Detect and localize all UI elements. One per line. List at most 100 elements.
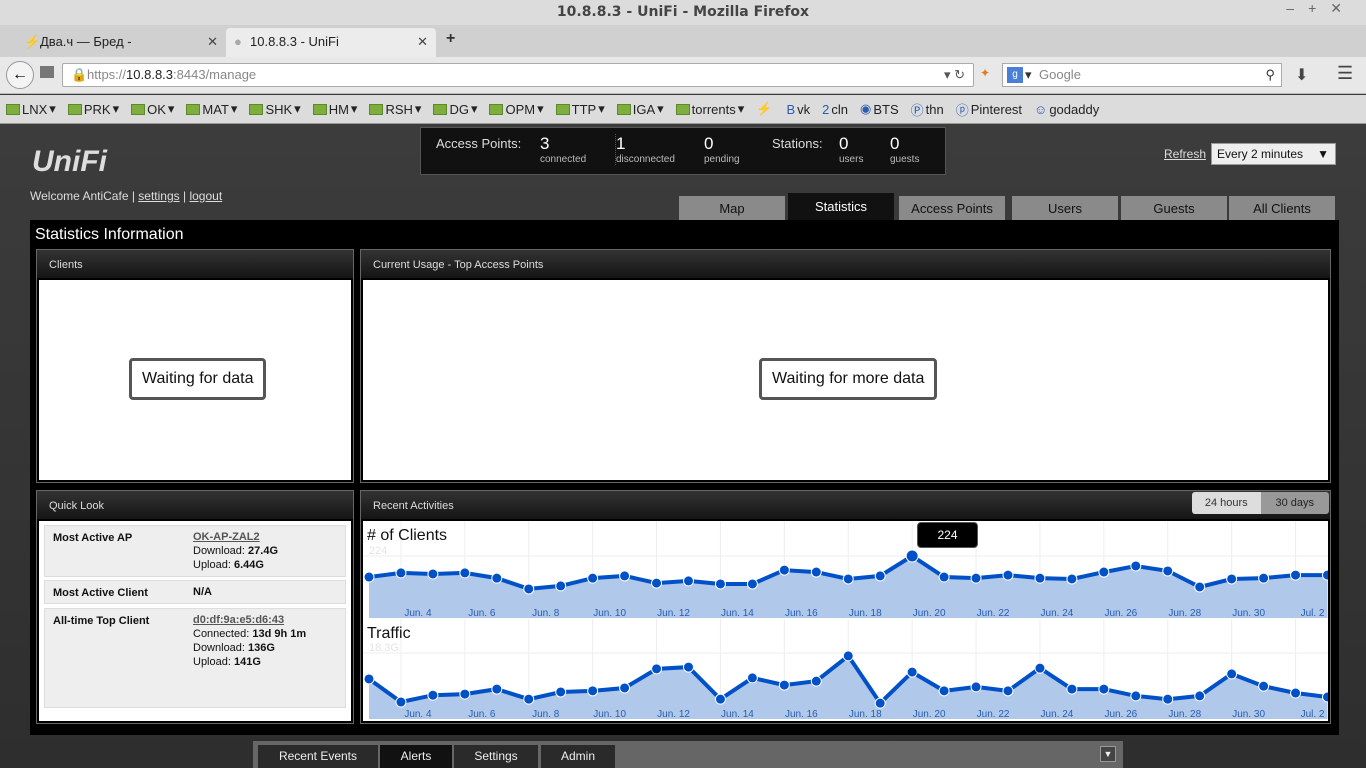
reload-icon[interactable]: ▾ ↻ [944,64,965,86]
client-mac-link[interactable]: d0:df:9a:e5:d6:43 [193,614,284,626]
data-point[interactable] [427,568,439,580]
data-point[interactable] [1130,560,1142,572]
addon-icon[interactable]: ✦ [980,66,990,80]
data-point[interactable] [842,650,854,662]
data-point[interactable] [714,693,726,705]
data-point[interactable] [1290,687,1302,699]
bookmark-OPM[interactable]: OPM ▾ [489,101,544,117]
data-point[interactable] [619,682,631,694]
data-point[interactable] [363,571,375,583]
bookmark-Pinterest[interactable]: ⓟ Pinterest [956,100,1022,119]
data-point[interactable] [1098,683,1110,695]
data-point[interactable] [587,572,599,584]
window-controls[interactable]: –+✕ [1286,0,1356,17]
bookmark-TTP[interactable]: TTP ▾ [555,101,605,117]
new-tab-button[interactable]: + [446,30,455,48]
bookmark-RSH[interactable]: RSH ▾ [369,101,421,117]
google-icon[interactable]: g [1007,67,1023,83]
bookmark-godaddy[interactable]: ☺ godaddy [1034,102,1099,117]
settings-link[interactable]: settings [138,189,179,203]
bookmark-MAT[interactable]: MAT ▾ [186,101,237,117]
data-point[interactable] [905,549,919,563]
data-point[interactable] [395,567,407,579]
data-point[interactable] [1258,572,1270,584]
data-point[interactable] [1194,581,1206,593]
data-point[interactable] [1194,690,1206,702]
data-point[interactable] [1034,662,1046,674]
bookmark-vk[interactable]: Bvk [786,102,810,117]
tab-groups-icon[interactable] [40,66,54,78]
data-point[interactable] [874,570,886,582]
data-point[interactable] [555,686,567,698]
search-input[interactable]: g ▾ Google ⚲ [1002,63,1282,87]
search-icon[interactable]: ⚲ [1265,64,1275,86]
bookmark-BTS[interactable]: ◉ BTS [860,101,899,117]
data-point[interactable] [746,578,758,590]
data-point[interactable] [1034,572,1046,584]
menu-icon[interactable]: ☰ [1337,63,1353,84]
data-point[interactable] [1002,569,1014,581]
data-point[interactable] [1226,573,1238,585]
data-point[interactable] [1130,690,1142,702]
back-button[interactable]: ← [6,61,34,89]
bookmark-cln[interactable]: 2 cln [822,102,848,117]
data-point[interactable] [1098,566,1110,578]
range-30d-button[interactable]: 30 days [1260,492,1329,514]
bookmark-DG[interactable]: DG ▾ [433,101,477,117]
logout-link[interactable]: logout [189,189,222,203]
data-point[interactable] [778,679,790,691]
data-point[interactable] [778,564,790,576]
data-point[interactable] [1162,565,1174,577]
data-point[interactable] [1258,680,1270,692]
bookmark-PRK[interactable]: PRK ▾ [67,101,119,117]
data-point[interactable] [1290,569,1302,581]
tab-users[interactable]: Users [1012,196,1118,220]
data-point[interactable] [523,583,535,595]
tab-recent-events[interactable]: Recent Events [258,745,378,768]
data-point[interactable] [683,575,694,587]
data-point[interactable] [555,580,567,592]
data-point[interactable] [874,697,886,709]
data-point[interactable] [810,675,822,687]
data-point[interactable] [938,571,950,583]
ap-link[interactable]: OK-AP-ZAL2 [193,531,260,543]
tab-statistics[interactable]: Statistics [788,193,894,220]
data-point[interactable] [1226,668,1238,680]
data-point[interactable] [1322,691,1333,703]
data-point[interactable] [683,661,694,673]
data-point[interactable] [1162,693,1174,705]
bookmark-HM[interactable]: HM ▾ [312,101,357,117]
data-point[interactable] [619,570,631,582]
data-point[interactable] [651,577,663,589]
browser-tab[interactable]: ⚡ Два.ч — Бред - ✕ [16,28,226,57]
refresh-link[interactable]: Refresh [1164,147,1206,161]
bookmark-LNX[interactable]: LNX ▾ [6,101,56,117]
data-point[interactable] [746,672,758,684]
data-point[interactable] [970,681,982,693]
url-bar[interactable]: 🔒 https://10.8.8.3:8443/manage ▾ ↻ [62,63,974,87]
tab-map[interactable]: Map [679,196,785,220]
data-point[interactable] [810,566,822,578]
data-point[interactable] [459,567,471,579]
data-point[interactable] [1002,685,1014,697]
range-24h-button[interactable]: 24 hours [1192,492,1261,514]
bookmark-link[interactable]: ⚡ [756,101,774,117]
data-point[interactable] [459,688,471,700]
close-tab-icon[interactable]: ✕ [207,28,218,56]
data-point[interactable] [491,683,503,695]
data-point[interactable] [970,572,982,584]
data-point[interactable] [363,673,375,685]
bookmark-torrents[interactable]: torrents ▾ [675,101,744,117]
data-point[interactable] [523,693,535,705]
data-point[interactable] [427,689,439,701]
tab-access-points[interactable]: Access Points [899,196,1005,220]
close-tab-icon[interactable]: ✕ [417,28,428,56]
tab-all-clients[interactable]: All Clients [1229,196,1335,220]
bookmark-IGA[interactable]: IGA ▾ [616,101,664,117]
data-point[interactable] [938,685,950,697]
tab-guests[interactable]: Guests [1121,196,1227,220]
data-point[interactable] [906,666,918,678]
tab-alerts[interactable]: Alerts [380,745,452,768]
refresh-interval-select[interactable]: Every 2 minutes ▼ [1211,143,1336,165]
data-point[interactable] [651,663,663,675]
